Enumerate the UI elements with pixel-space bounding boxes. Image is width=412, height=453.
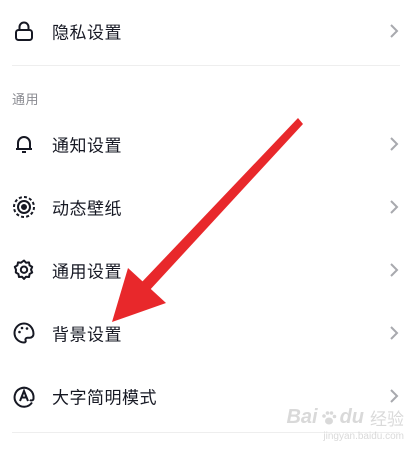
settings-row-label: 隐私设置 — [52, 23, 122, 44]
watermark-logo: Bai du 经验 — [286, 405, 404, 430]
lock-icon — [12, 19, 36, 43]
chevron-right-icon — [390, 326, 399, 340]
baidu-jingyan-watermark: Bai du 经验 jingyan.baidu.com — [284, 405, 404, 445]
gear-icon — [12, 258, 36, 282]
settings-row-general[interactable]: 通用设置 — [0, 239, 412, 301]
live-wallpaper-icon — [12, 195, 36, 219]
settings-row-live-wallpaper[interactable]: 动态壁纸 — [0, 176, 412, 238]
paw-icon — [321, 410, 336, 424]
settings-row-background[interactable]: 背景设置 — [0, 302, 412, 364]
watermark-brand: Bai — [286, 406, 318, 428]
settings-row-label: 动态壁纸 — [52, 199, 122, 220]
large-text-icon — [12, 384, 36, 408]
section-divider — [12, 65, 400, 66]
settings-row-label: 通知设置 — [52, 136, 122, 157]
settings-row-privacy[interactable]: 隐私设置 — [0, 0, 412, 62]
bell-icon — [12, 132, 36, 156]
settings-row-label: 背景设置 — [52, 325, 122, 346]
section-title: 通用 — [12, 93, 40, 108]
watermark-brand-tail: du — [339, 406, 364, 428]
watermark-suffix: 经验 — [370, 410, 404, 430]
watermark-url: jingyan.baidu.com — [323, 431, 404, 442]
chevron-right-icon — [390, 263, 399, 277]
chevron-right-icon — [390, 200, 399, 214]
settings-row-label: 大字简明模式 — [52, 388, 157, 409]
settings-row-label: 通用设置 — [52, 262, 122, 283]
settings-row-notifications[interactable]: 通知设置 — [0, 113, 412, 175]
palette-icon — [12, 321, 36, 345]
chevron-right-icon — [390, 24, 399, 38]
chevron-right-icon — [390, 137, 399, 151]
chevron-right-icon — [390, 389, 399, 403]
